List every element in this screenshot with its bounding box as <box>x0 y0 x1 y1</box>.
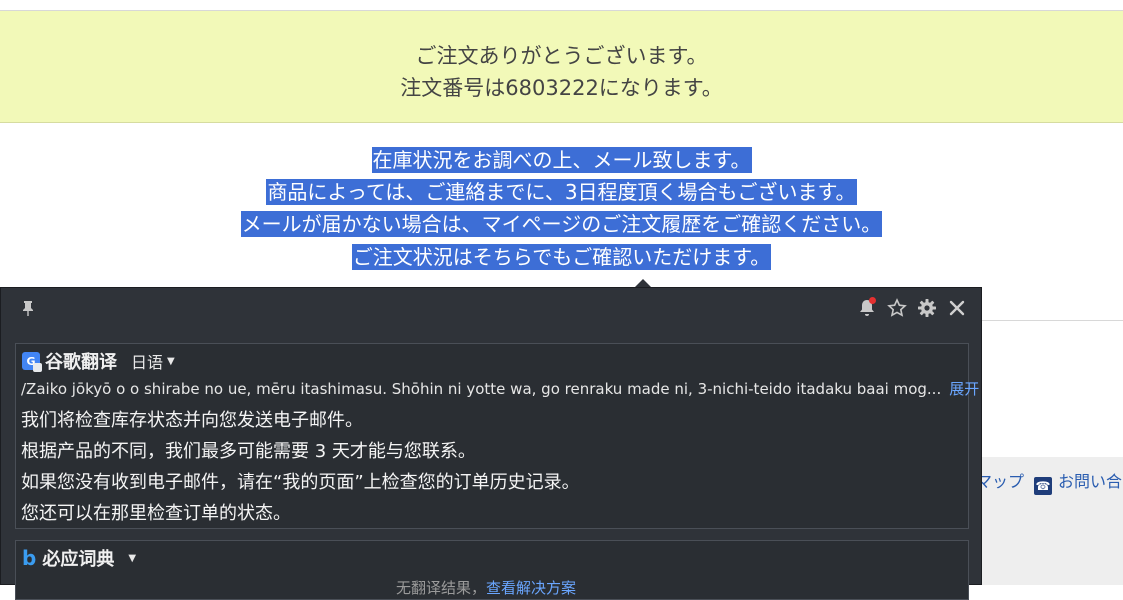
sitemap-link[interactable]: マップ <box>976 472 1024 491</box>
close-icon[interactable] <box>945 296 969 320</box>
banner-line-1: ご注文ありがとうございます。 <box>415 44 708 68</box>
selected-text-line-1[interactable]: 在庫状況をお調べの上、メール致します。 <box>0 144 1123 176</box>
pin-icon[interactable] <box>19 299 37 317</box>
thank-you-banner: ご注文ありがとうございます。 注文番号は6803222になります。 <box>0 11 1123 123</box>
gear-icon[interactable] <box>915 296 939 320</box>
page-divider <box>982 320 1123 321</box>
bell-icon[interactable] <box>855 296 879 320</box>
footer-links: マップ ☎ お問い合 <box>976 468 1122 495</box>
contact-link[interactable]: お問い合 <box>1058 472 1122 491</box>
google-engine-name: 谷歌翻译 <box>45 352 117 373</box>
bing-card-header: b 必应词典 ▼ <box>22 546 136 570</box>
bing-logo-icon: b <box>22 546 37 570</box>
google-card-header: G 谷歌翻译 日语 ▼ <box>22 349 175 373</box>
google-translate-logo-icon: G <box>22 352 42 372</box>
google-translate-card: G 谷歌翻译 日语 ▼ /Zaiko jōkyō o o shirabe no … <box>15 343 980 529</box>
bing-result-note: 无翻译结果，查看解决方案 <box>396 579 577 597</box>
popup-toolbar <box>855 296 969 320</box>
bing-dictionary-card: b 必应词典 ▼ 无翻译结果，查看解决方案 <box>15 540 969 600</box>
notification-dot <box>869 297 876 304</box>
expand-link[interactable]: 展开 <box>949 380 979 398</box>
translation-line-3: 如果您没有收到电子邮件，请在“我的页面”上检查您的订单历史记录。 <box>21 472 580 493</box>
selected-text-line-4[interactable]: ご注文状況はそちらでもご確認いただけます。 <box>0 241 1123 273</box>
caret-down-icon[interactable]: ▼ <box>167 356 175 367</box>
translation-popup: G 谷歌翻译 日语 ▼ /Zaiko jōkyō o o shirabe no … <box>0 287 982 600</box>
romaji-line: /Zaiko jōkyō o o shirabe no ue, mēru ita… <box>21 380 980 398</box>
translation-line-4: 您还可以在那里检查订单的状态。 <box>21 503 291 524</box>
source-language-select[interactable]: 日语 <box>131 349 163 373</box>
selected-text-line-2[interactable]: 商品によっては、ご連絡までに、3日程度頂く場合もございます。 <box>0 176 1123 208</box>
caret-down-icon[interactable]: ▼ <box>128 553 136 564</box>
banner-line-2-order-number: 注文番号は6803222になります。 <box>400 76 723 100</box>
star-icon[interactable] <box>885 296 909 320</box>
translation-line-2: 根据产品的不同，我们最多可能需要 3 天才能与您联系。 <box>21 441 476 462</box>
phone-icon: ☎ <box>1034 477 1053 495</box>
translation-line-1: 我们将检查库存状态并向您发送电子邮件。 <box>21 410 363 431</box>
view-solution-link[interactable]: 查看解决方案 <box>486 579 576 597</box>
bing-engine-name: 必应词典 <box>42 549 115 570</box>
selected-text-line-3[interactable]: メールが届かない場合は、マイページのご注文履歴をご確認ください。 <box>0 208 1123 240</box>
